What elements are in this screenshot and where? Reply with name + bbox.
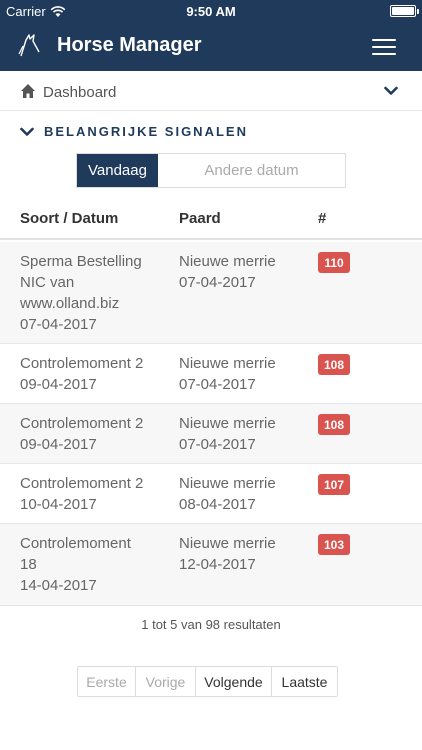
clock: 9:50 AM [186,4,236,19]
column-header-soort[interactable]: Soort / Datum [20,210,118,227]
filter-today-button[interactable]: Vandaag [77,154,158,187]
row-soort: Controlemoment 18 14-04-2017 [20,535,131,594]
row-paard: Nieuwe merrie 07-04-2017 [179,415,276,453]
page-first-button[interactable]: Eerste [78,667,136,696]
table-row[interactable]: Controlemoment 18 14-04-2017 Nieuwe merr… [0,524,422,606]
chevron-down-icon[interactable] [384,86,398,96]
section-title: BELANGRIJKE SIGNALEN [44,124,248,139]
count-badge: 108 [318,354,350,375]
column-header-count[interactable]: # [318,210,326,227]
menu-icon-bar [372,46,396,48]
top-bar: Carrier 9:50 AM Horse Manager [0,0,422,71]
date-filter-segment: Vandaag Andere datum [76,153,346,188]
filter-other-date-button[interactable]: Andere datum [158,154,345,187]
table-row[interactable]: Sperma Bestelling NIC van www.olland.biz… [0,242,422,344]
home-icon [21,84,35,98]
table-row[interactable]: Controlemoment 2 09-04-2017 Nieuwe merri… [0,344,422,404]
row-soort: Sperma Bestelling NIC van www.olland.biz… [20,253,142,333]
table-row[interactable]: Controlemoment 2 09-04-2017 Nieuwe merri… [0,404,422,464]
app-title: Horse Manager [57,34,202,56]
battery-icon [390,5,419,17]
count-badge: 107 [318,474,350,495]
nav-bar: Horse Manager [0,22,422,71]
breadcrumb[interactable]: Dashboard [0,71,422,111]
chevron-down-icon [20,127,34,136]
row-soort: Controlemoment 2 09-04-2017 [20,355,144,393]
count-badge: 103 [318,534,350,555]
column-header-paard[interactable]: Paard [179,210,221,227]
page-next-button[interactable]: Volgende [196,667,272,696]
row-soort: Controlemoment 2 10-04-2017 [20,475,144,513]
row-paard: Nieuwe merrie 07-04-2017 [179,253,276,291]
count-badge: 108 [318,414,350,435]
row-paard: Nieuwe merrie 08-04-2017 [179,475,276,513]
count-badge: 110 [318,252,350,273]
pagination: Eerste Vorige Volgende Laatste [77,666,338,697]
breadcrumb-label: Dashboard [43,84,117,101]
row-paard: Nieuwe merrie 07-04-2017 [179,355,276,393]
menu-icon-bar [372,53,396,55]
menu-button[interactable] [372,39,396,55]
table-row[interactable]: Controlemoment 2 10-04-2017 Nieuwe merri… [0,464,422,524]
results-summary: 1 tot 5 van 98 resultaten [141,617,281,632]
section-header[interactable]: BELANGRIJKE SIGNALEN [20,124,248,139]
row-paard: Nieuwe merrie 12-04-2017 [179,535,276,573]
page-last-button[interactable]: Laatste [272,667,337,696]
menu-icon [372,39,396,41]
page-previous-button[interactable]: Vorige [136,667,196,696]
status-bar: Carrier 9:50 AM [0,0,422,22]
row-soort: Controlemoment 2 09-04-2017 [20,415,144,453]
table-header: Soort / Datum Paard # [0,200,422,240]
horse-logo-icon [18,34,40,57]
